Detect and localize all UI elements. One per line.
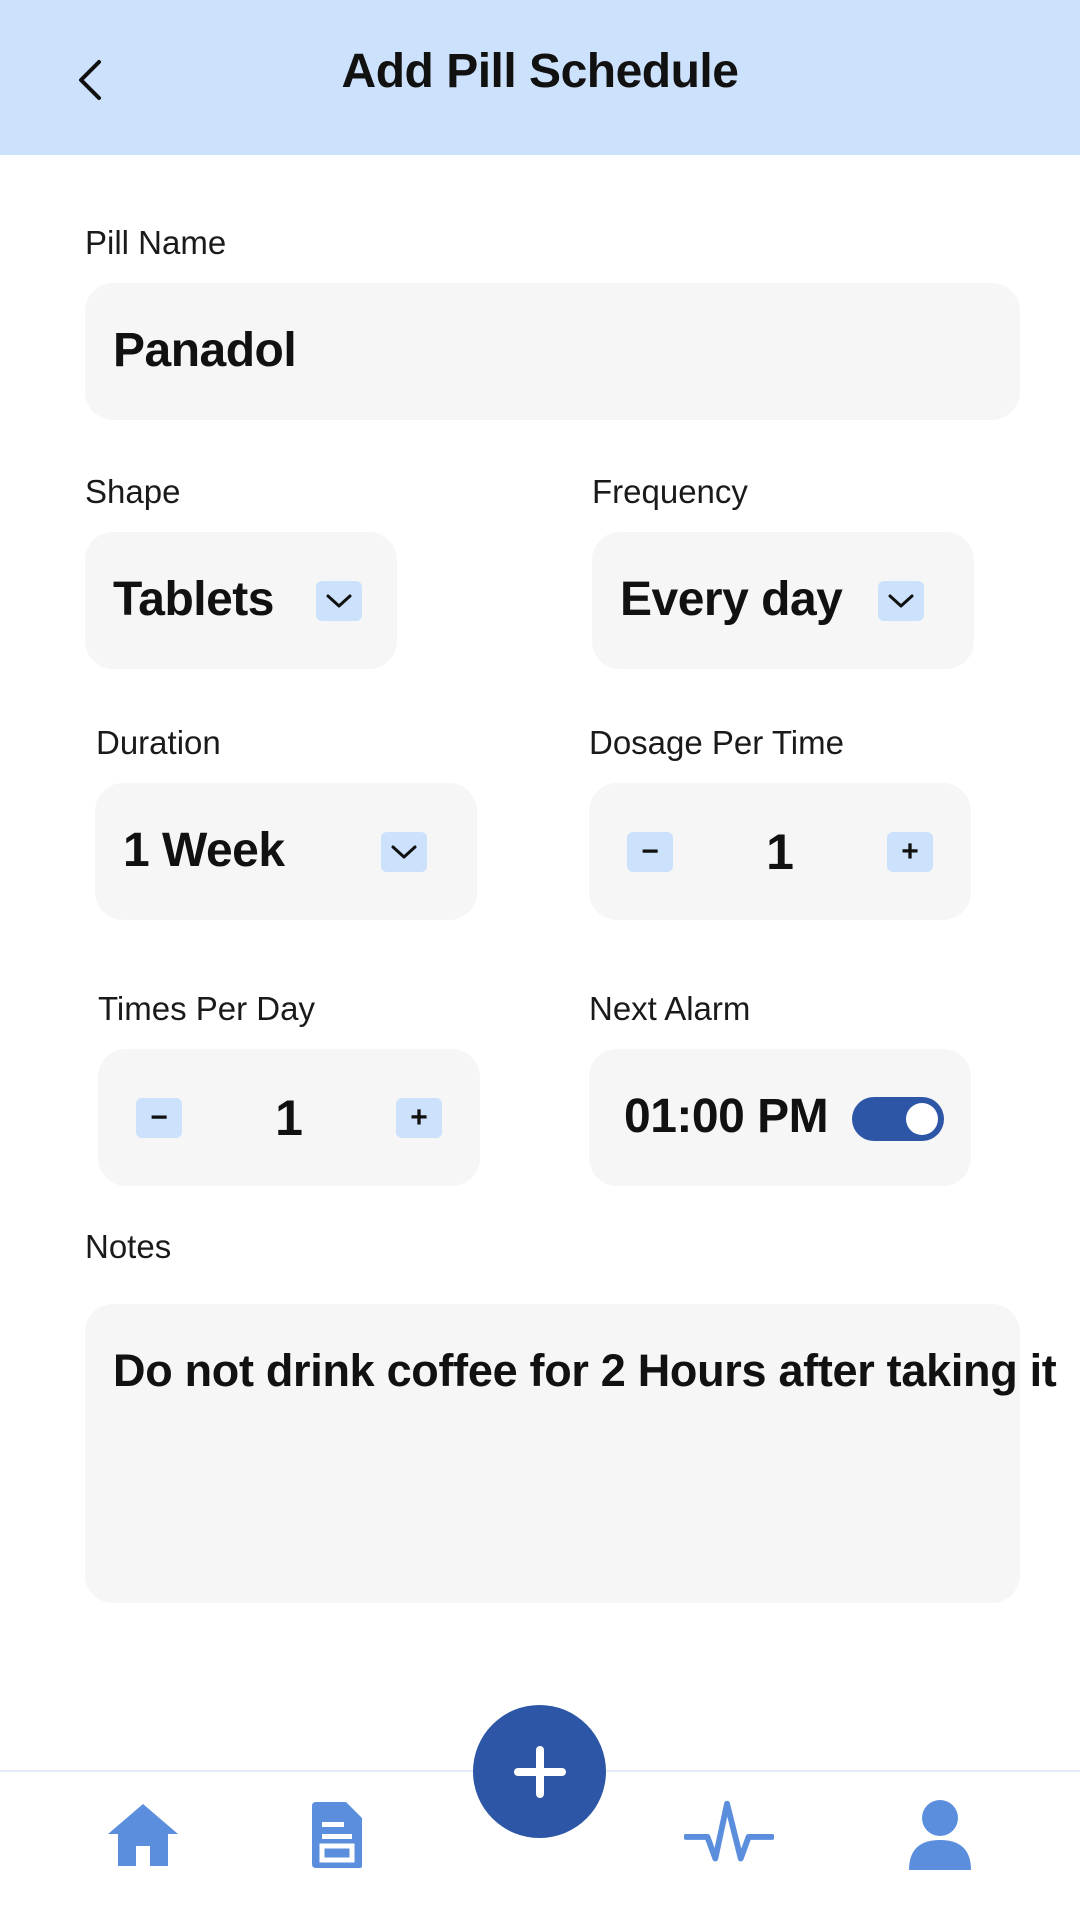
frequency-dropdown-toggle[interactable] [878,581,924,621]
duration-label: Duration [96,724,221,761]
nav-activity[interactable] [684,1790,774,1880]
header-bar: Add Pill Schedule [0,0,1080,155]
page-title: Add Pill Schedule [341,45,739,98]
notes-label: Notes [85,1228,172,1265]
activity-icon [684,1800,774,1862]
duration-value: 1 Week [123,824,285,877]
chevron-down-icon [391,845,417,859]
times-per-day-value: 1 [275,1090,303,1146]
chevron-down-icon [888,594,914,608]
add-icon [513,1745,566,1798]
shape-dropdown-toggle[interactable] [316,581,362,621]
next-alarm-field[interactable]: 01:00 PM [589,1049,971,1186]
add-schedule-button[interactable] [473,1705,606,1838]
chevron-down-icon [326,594,352,608]
next-alarm-label: Next Alarm [589,990,751,1027]
dosage-stepper[interactable]: − 1 + [589,783,971,920]
document-icon [312,1802,362,1868]
frequency-dropdown[interactable]: Every day [592,532,974,669]
notes-value: Do not drink coffee for 2 Hours after ta… [113,1345,1057,1396]
duration-dropdown-toggle[interactable] [381,832,427,872]
dosage-decrement-button[interactable]: − [627,832,673,872]
profile-icon [909,1800,971,1870]
pill-name-value: Panadol [113,324,297,377]
times-per-day-label: Times Per Day [98,990,315,1027]
times-increment-button[interactable]: + [396,1098,442,1138]
dosage-increment-button[interactable]: + [887,832,933,872]
home-icon [108,1804,178,1866]
dosage-value: 1 [766,824,794,880]
pill-name-field[interactable]: Panadol [85,283,1020,420]
nav-profile[interactable] [895,1790,985,1880]
frequency-value: Every day [620,573,843,626]
toggle-knob [906,1103,938,1135]
nav-home[interactable] [98,1790,188,1880]
duration-dropdown[interactable]: 1 Week [95,783,477,920]
nav-records[interactable] [292,1790,382,1880]
alarm-toggle[interactable] [852,1097,944,1141]
dosage-label: Dosage Per Time [589,724,844,761]
next-alarm-time[interactable]: 01:00 PM [624,1089,829,1144]
pill-name-label: Pill Name [85,224,227,261]
times-decrement-button[interactable]: − [136,1098,182,1138]
frequency-label: Frequency [592,473,748,510]
times-per-day-stepper[interactable]: − 1 + [98,1049,480,1186]
shape-label: Shape [85,473,181,510]
shape-value: Tablets [113,573,274,626]
shape-dropdown[interactable]: Tablets [85,532,397,669]
